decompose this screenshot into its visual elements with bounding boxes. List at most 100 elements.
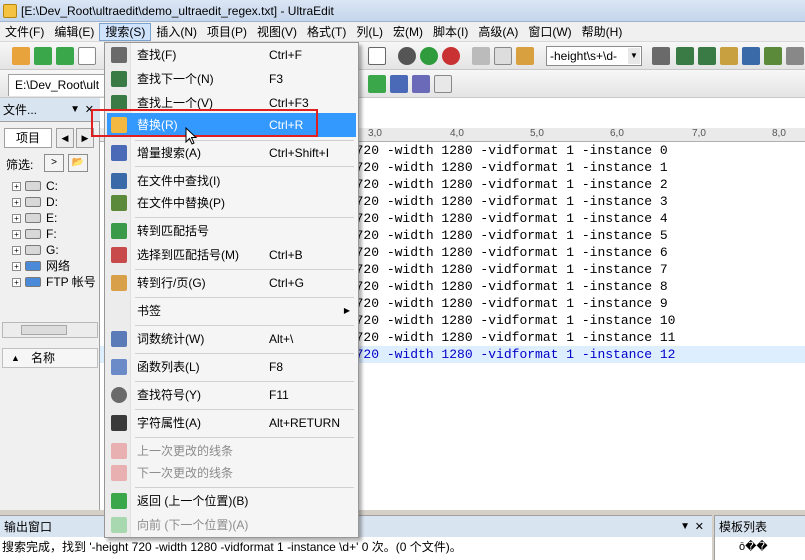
expand-icon[interactable]: + <box>12 278 21 287</box>
menu-advanced[interactable]: 高级(A) <box>473 23 523 41</box>
chevron-down-icon[interactable]: ▼ <box>628 48 640 64</box>
tree-item-g[interactable]: + G: <box>0 242 100 258</box>
menu-file[interactable]: 文件(F) <box>0 23 49 41</box>
toolbar-more-icon[interactable] <box>786 47 804 65</box>
menu-column[interactable]: 列(L) <box>351 23 388 41</box>
tab-project[interactable]: 项目 <box>4 128 52 148</box>
menu-item-incremental-search[interactable]: 增量搜索(A) Ctrl+Shift+I <box>107 141 356 165</box>
scrollbar-thumb[interactable] <box>21 325 67 335</box>
stop-icon[interactable] <box>442 47 460 65</box>
replace-icon[interactable] <box>720 47 738 65</box>
find-symbol-icon <box>111 387 127 403</box>
drive-icon <box>25 197 41 207</box>
menu-bar: 文件(F) 编辑(E) 搜索(S) 插入(N) 项目(P) 视图(V) 格式(T… <box>0 22 805 42</box>
menu-help[interactable]: 帮助(H) <box>577 23 628 41</box>
menu-view[interactable]: 视图(V) <box>252 23 302 41</box>
tree-item-ftp[interactable]: + FTP 帐号 <box>0 274 100 290</box>
tree-item-d[interactable]: + D: <box>0 194 100 210</box>
close-icon[interactable]: ✕ <box>695 516 704 538</box>
fs-icon[interactable] <box>368 75 386 93</box>
expand-icon[interactable]: + <box>12 214 21 223</box>
script-icon[interactable] <box>412 75 430 93</box>
find-next-icon[interactable] <box>698 47 716 65</box>
menu-item-function-list[interactable]: 函数列表(L) F8 <box>107 355 356 379</box>
menu-item-find[interactable]: 查找(F) Ctrl+F <box>107 43 356 67</box>
add-icon[interactable] <box>420 47 438 65</box>
expand-icon[interactable]: + <box>12 246 21 255</box>
menu-separator <box>135 381 354 382</box>
filter-label: 筛选: <box>6 158 34 172</box>
file-explorer-header: 文件... ▼ ✕ <box>0 98 100 122</box>
tree-item-c[interactable]: + C: <box>0 178 100 194</box>
find-icon[interactable] <box>652 47 670 65</box>
back-icon[interactable] <box>34 47 52 65</box>
menu-item-char-props[interactable]: 字符属性(A) Alt+RETURN <box>107 411 356 435</box>
network-icon <box>25 261 41 271</box>
menu-item-back[interactable]: 返回 (上一个位置)(B) <box>107 489 356 513</box>
name-column-header[interactable]: ▲ 名称 <box>2 348 98 368</box>
ruler-mark: 6,0 <box>610 128 624 139</box>
paste-icon[interactable] <box>516 47 534 65</box>
copy-icon[interactable] <box>494 47 512 65</box>
tree-item-e[interactable]: + E: <box>0 210 100 226</box>
file-explorer-title: 文件... <box>3 103 38 117</box>
menu-item-prev-change: 上一次更改的线条 <box>107 439 356 463</box>
find-files-icon[interactable] <box>742 47 760 65</box>
folder-icon[interactable]: 📂 <box>68 154 88 172</box>
search-combo[interactable]: -height\s+\d- ▼ <box>546 46 642 66</box>
menu-edit[interactable]: 编辑(E) <box>49 23 99 41</box>
forward-icon <box>111 517 127 533</box>
tree-item-network[interactable]: + 网络 <box>0 258 100 274</box>
mouse-cursor-icon <box>185 127 198 145</box>
template-list-item[interactable]: ō�� <box>714 537 805 560</box>
document-view-icon[interactable] <box>368 47 386 65</box>
expand-icon[interactable]: + <box>12 230 21 239</box>
output-message: 搜索完成，找到 '-height 720 -width 1280 -vidfor… <box>0 537 712 560</box>
file-tab[interactable]: E:\Dev_Root\ult <box>8 74 106 96</box>
menu-item-bookmarks[interactable]: 书签 ▶ <box>107 299 356 323</box>
menu-insert[interactable]: 插入(N) <box>151 23 202 41</box>
drive-icon <box>25 213 41 223</box>
expand-icon[interactable]: + <box>12 198 21 207</box>
menu-item-goto-line[interactable]: 转到行/页(G) Ctrl+G <box>107 271 356 295</box>
menu-item-find-next[interactable]: 查找下一个(N) F3 <box>107 67 356 91</box>
menu-item-find-in-files[interactable]: 在文件中查找(I) <box>107 169 356 193</box>
menu-script[interactable]: 脚本(I) <box>428 23 473 41</box>
menu-item-find-symbol[interactable]: 查找符号(Y) F11 <box>107 383 356 407</box>
select-brace-icon <box>111 247 127 263</box>
pin-icon[interactable]: ▼ <box>680 516 690 538</box>
tree-item-f[interactable]: + F: <box>0 226 100 242</box>
horizontal-scrollbar[interactable] <box>2 322 98 338</box>
expand-icon[interactable]: + <box>12 182 21 191</box>
menu-item-select-to-brace[interactable]: 选择到匹配括号(M) Ctrl+B <box>107 243 356 267</box>
find-next-icon <box>111 71 127 87</box>
menu-item-word-count[interactable]: 词数统计(W) Alt+\ <box>107 327 356 351</box>
new-file-icon[interactable] <box>12 47 30 65</box>
pin-icon[interactable]: ▼ <box>70 98 80 122</box>
page-icon[interactable] <box>78 47 96 65</box>
replace-files-icon[interactable] <box>764 47 782 65</box>
menu-macro[interactable]: 宏(M) <box>388 23 428 41</box>
menu-item-replace-in-files[interactable]: 在文件中替换(P) <box>107 191 356 215</box>
find-prev-icon[interactable] <box>676 47 694 65</box>
function-list-icon <box>111 359 127 375</box>
php-icon[interactable] <box>390 75 408 93</box>
globe-icon[interactable] <box>398 47 416 65</box>
tab-left-icon[interactable]: ◀ <box>56 128 74 148</box>
menu-search[interactable]: 搜索(S) <box>99 22 152 41</box>
windows-icon[interactable] <box>434 75 452 93</box>
ruler-mark: 7,0 <box>692 128 706 139</box>
menu-window[interactable]: 窗口(W) <box>523 23 576 41</box>
submenu-arrow-icon: ▶ <box>343 306 350 315</box>
menu-item-goto-brace[interactable]: 转到匹配括号 <box>107 219 356 243</box>
menu-format[interactable]: 格式(T) <box>302 23 351 41</box>
menu-separator <box>135 409 354 410</box>
menu-separator <box>135 437 354 438</box>
filter-arrow-button[interactable]: > <box>44 154 64 172</box>
char-props-icon <box>111 415 127 431</box>
menu-project[interactable]: 项目(P) <box>202 23 252 41</box>
menu-separator <box>135 269 354 270</box>
expand-icon[interactable]: + <box>12 262 21 271</box>
cut-icon[interactable] <box>472 47 490 65</box>
forward-icon[interactable] <box>56 47 74 65</box>
